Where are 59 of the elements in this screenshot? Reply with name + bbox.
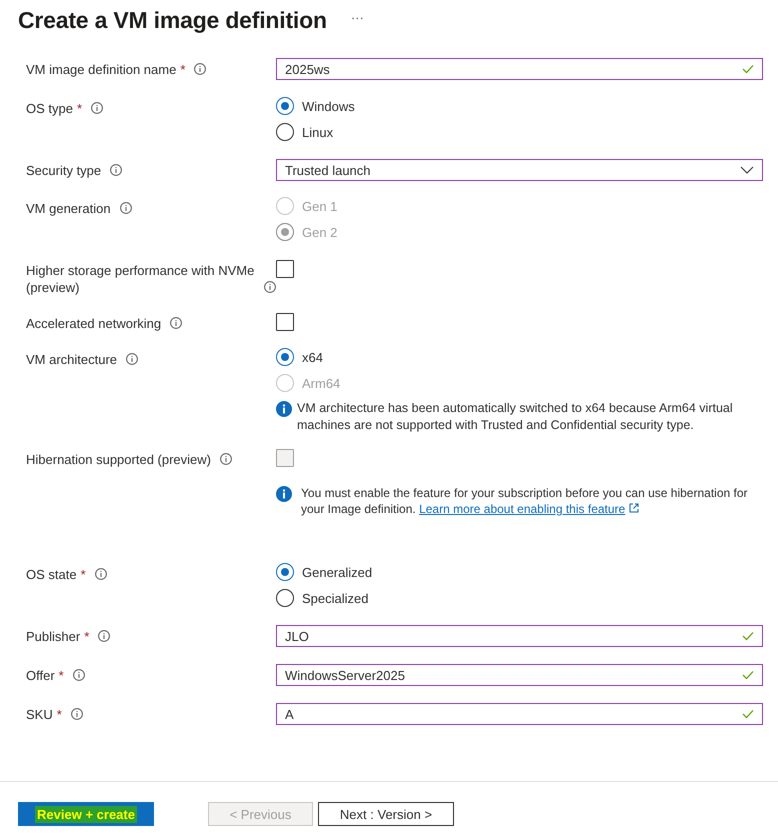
option-label: Specialized	[302, 590, 368, 606]
field-label: SKU	[26, 706, 53, 723]
option-label: Gen 2	[302, 224, 338, 240]
option-label: Gen 1	[302, 198, 338, 214]
field-label: VM generation	[26, 200, 111, 217]
info-icon[interactable]	[264, 281, 276, 293]
checkbox[interactable]	[276, 313, 294, 331]
info-message: VM architecture has been automatically switched to x64 because Arm64 virtual machines are not supported with Trusted and Confidential security type.	[297, 400, 734, 434]
required-mark: *	[80, 566, 86, 583]
info-message: You must enable the feature for your subscription before you can use hibernation for your Image definition. Learn more about enabling this feature	[300, 485, 749, 517]
external-link-icon	[629, 503, 640, 513]
more-button[interactable]: ···	[350, 10, 364, 24]
field-label: VM image definition name	[26, 61, 176, 78]
info-icon[interactable]	[91, 102, 104, 114]
option-label: Generalized	[302, 564, 372, 580]
field-label: Accelerated networking	[26, 315, 162, 332]
required-mark: *	[84, 628, 90, 645]
radio-button[interactable]	[276, 348, 294, 366]
required-mark: *	[180, 61, 186, 78]
text-field[interactable]: A	[276, 703, 763, 725]
required-mark: *	[56, 706, 62, 723]
radio-button[interactable]	[276, 123, 294, 141]
button[interactable]: Next : Version >	[318, 802, 454, 826]
page-title: Create a VM image definition	[18, 6, 327, 34]
info-icon	[276, 401, 292, 417]
field-label: Publisher	[26, 628, 80, 645]
option-label: Arm64	[302, 376, 340, 390]
field-label: OS state	[26, 566, 77, 583]
info-icon[interactable]	[72, 669, 85, 681]
required-mark: *	[58, 667, 64, 684]
field-label: VM architecture	[26, 351, 118, 368]
info-icon[interactable]	[98, 630, 110, 642]
chevron-down-icon	[740, 166, 754, 174]
info-icon[interactable]	[126, 353, 138, 365]
radio-button[interactable]	[276, 589, 294, 607]
field-label: Hibernation supported (preview)	[26, 451, 211, 468]
radio-button[interactable]	[276, 97, 294, 115]
radio-button[interactable]	[276, 563, 294, 581]
text-field[interactable]: JLO	[276, 625, 763, 647]
info-icon[interactable]	[194, 63, 206, 75]
field-label: Offer	[26, 667, 55, 684]
info-icon[interactable]	[70, 708, 83, 720]
info-icon[interactable]	[120, 202, 132, 214]
dropdown[interactable]: Trusted launch	[276, 159, 763, 181]
field-label: OS type	[26, 100, 73, 117]
info-icon[interactable]	[110, 164, 122, 176]
field-label: Security type	[26, 162, 102, 179]
info-icon	[276, 486, 292, 502]
checkbox[interactable]	[276, 260, 294, 278]
info-icon[interactable]	[220, 453, 232, 465]
info-icon[interactable]	[170, 317, 182, 329]
text-field[interactable]: 2025ws	[276, 58, 763, 80]
option-label: Linux	[302, 124, 334, 140]
field-label: Higher storage performance with NVMe (preview)	[26, 262, 255, 296]
info-icon[interactable]	[94, 568, 107, 580]
required-mark: *	[76, 100, 82, 117]
text-field[interactable]: WindowsServer2025	[276, 664, 763, 686]
option-label: Windows	[302, 98, 355, 114]
option-label: x64	[302, 350, 323, 364]
